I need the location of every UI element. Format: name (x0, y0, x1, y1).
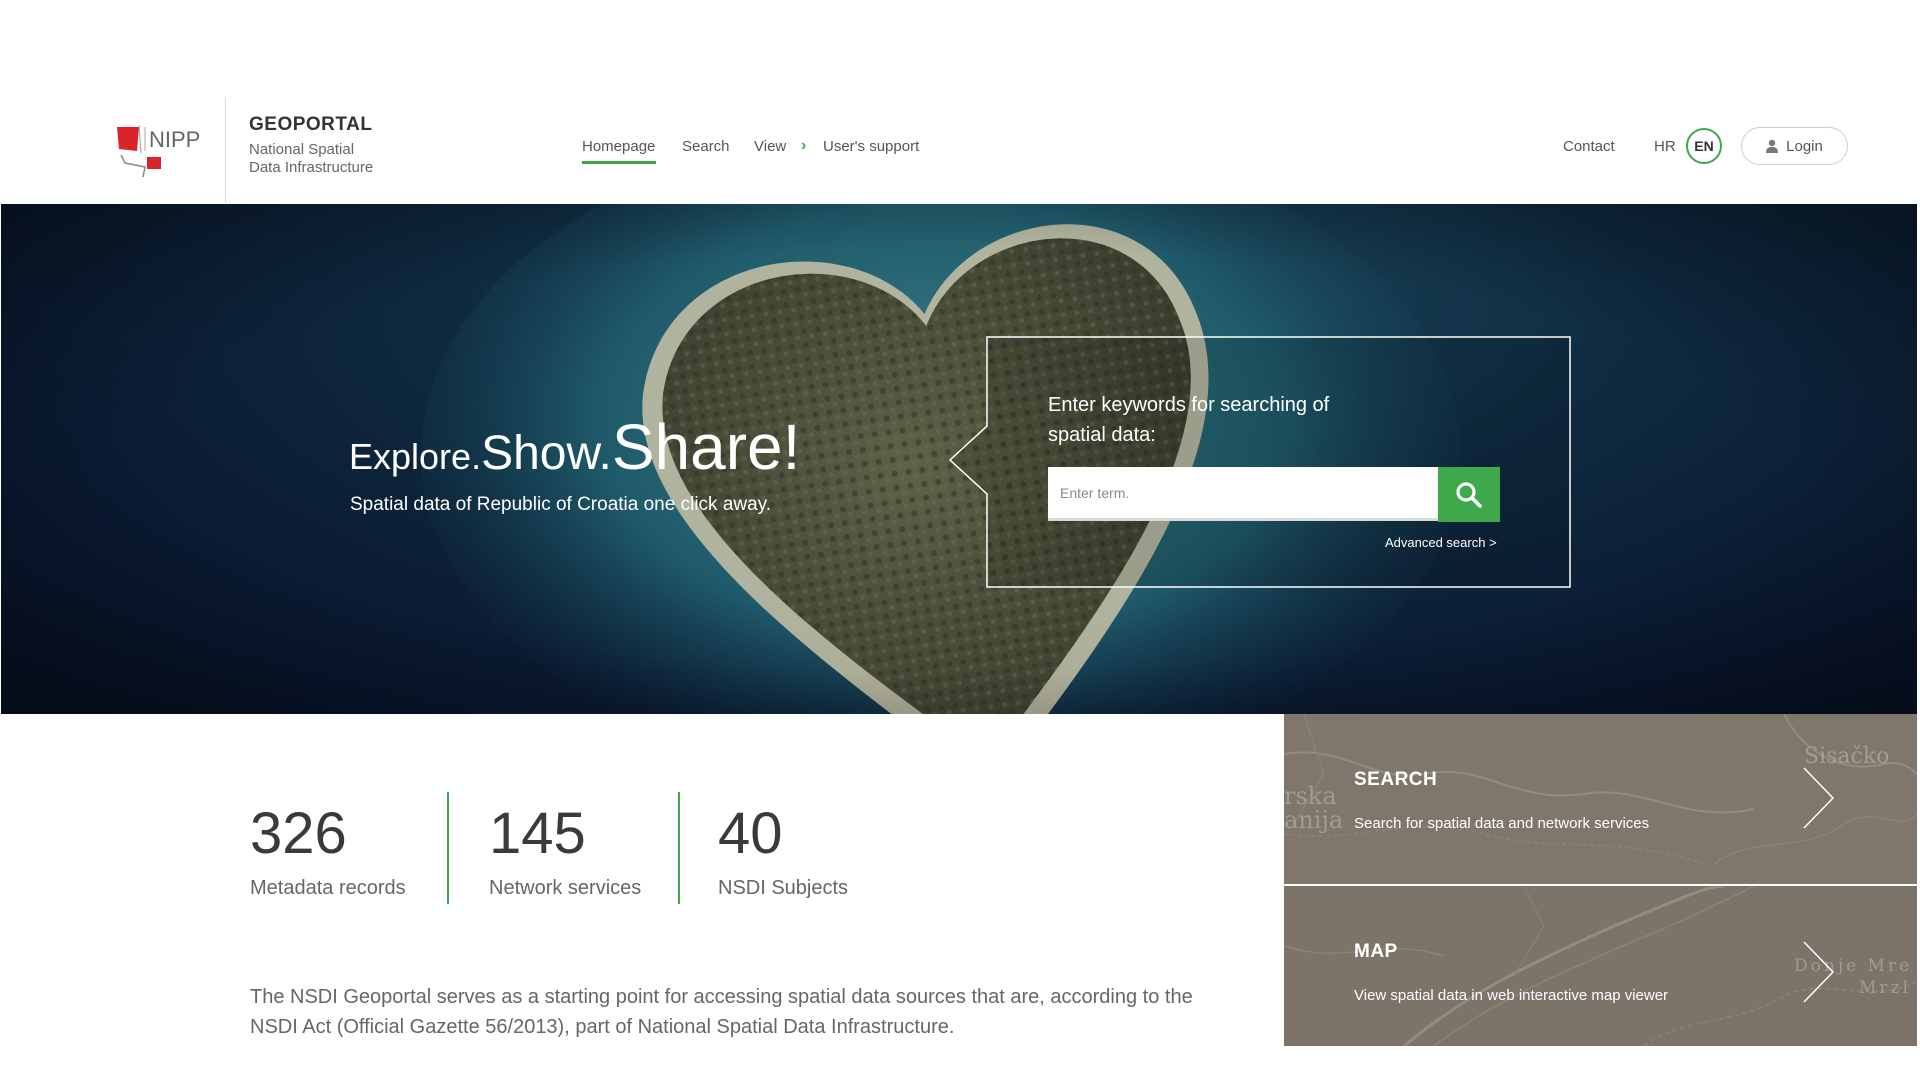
chevron-right-icon (1803, 767, 1835, 829)
search-icon (1456, 481, 1482, 508)
logo-divider (225, 97, 226, 203)
nav-users-support[interactable]: User's support (823, 138, 919, 155)
tagline-share: Share! (611, 411, 801, 483)
search-panel-frame (948, 336, 1571, 588)
geoportal-description: The NSDI Geoportal serves as a starting … (250, 986, 1193, 1038)
site-header: NIPP GEOPORTAL National Spatial Data Inf… (0, 0, 1920, 204)
brand-subtitle-line1: National Spatial (249, 141, 355, 158)
nipp-logo[interactable]: NIPP (117, 121, 205, 183)
search-button[interactable] (1438, 467, 1500, 522)
lang-en-button[interactable]: EN (1686, 128, 1722, 164)
advanced-search-link[interactable]: Advanced search > (1385, 535, 1497, 550)
nav-contact[interactable]: Contact (1563, 138, 1615, 155)
hero-tagline: Explore.Show.Share! (349, 410, 800, 484)
brand-subtitle: National Spatial Data Infrastructure (249, 141, 373, 177)
search-tile-title: SEARCH (1354, 769, 1438, 790)
stat-network-services-label: Network services (489, 877, 642, 899)
stat-metadata-records-label: Metadata records (250, 877, 406, 899)
nav-homepage[interactable]: Homepage (582, 138, 655, 155)
stat-divider (678, 792, 680, 904)
hero-subtitle: Spatial data of Republic of Croatia one … (350, 494, 772, 515)
lang-hr-button[interactable]: HR (1654, 138, 1676, 155)
brand-subtitle-line2: Data Infrastructure (249, 159, 374, 176)
brand-title: GEOPORTAL (249, 114, 373, 135)
tagline-show: Show. (481, 427, 612, 480)
map-tile-description: View spatial data in web interactive map… (1354, 987, 1669, 1004)
svg-text:NIPP: NIPP (149, 127, 200, 152)
stat-metadata-records-value: 326 (250, 801, 347, 866)
map-tile-title: MAP (1354, 941, 1398, 962)
search-input[interactable] (1048, 467, 1438, 521)
nav-active-underline (582, 161, 656, 164)
chevron-right-icon: › (801, 137, 807, 154)
stat-divider (447, 792, 449, 904)
search-tile[interactable]: Sisačko rska anija SEARCH Search for spa… (1284, 714, 1917, 884)
user-icon (1766, 139, 1779, 153)
search-prompt: Enter keywords for searching of spatial … (1048, 394, 1330, 446)
map-tile[interactable]: Donje Mre Mrzl MAP View spatial data in … (1284, 886, 1917, 1046)
nav-search[interactable]: Search (682, 138, 730, 155)
login-label: Login (1786, 137, 1823, 155)
search-tile-description: Search for spatial data and network serv… (1354, 815, 1650, 832)
nav-view[interactable]: View (754, 138, 786, 155)
chevron-right-icon (1803, 941, 1835, 1003)
stat-nsdi-subjects-label: NSDI Subjects (718, 877, 849, 899)
stat-nsdi-subjects-value: 40 (718, 801, 783, 866)
stat-network-services-value: 145 (489, 801, 586, 866)
tagline-explore: Explore. (349, 436, 482, 477)
login-button[interactable]: Login (1741, 127, 1848, 165)
